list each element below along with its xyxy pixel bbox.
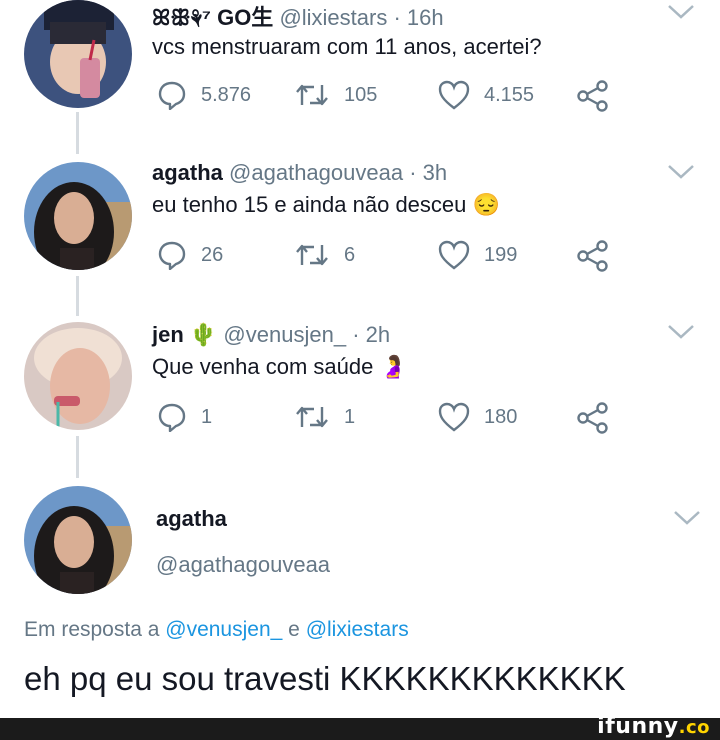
retweet-button[interactable]: 6 bbox=[294, 240, 355, 270]
heart-icon bbox=[438, 240, 470, 270]
share-icon bbox=[577, 240, 608, 272]
tweet-actions: 26 6 199 bbox=[152, 240, 622, 280]
heart-icon bbox=[438, 402, 470, 432]
retweet-count: 1 bbox=[344, 405, 356, 428]
reply-button[interactable]: 26 bbox=[157, 240, 223, 270]
avatar[interactable] bbox=[24, 322, 132, 430]
display-name[interactable]: agatha bbox=[156, 506, 227, 532]
like-count: 180 bbox=[484, 405, 518, 428]
avatar[interactable] bbox=[24, 0, 132, 108]
heart-icon bbox=[438, 80, 470, 110]
reply-count: 1 bbox=[201, 405, 213, 428]
username[interactable]: @lixiestars bbox=[279, 5, 387, 30]
retweet-count: 6 bbox=[344, 243, 356, 266]
ifunny-logo: ifunny.co bbox=[597, 714, 710, 739]
tweet-text: vcs menstruaram com 11 anos, acertei? bbox=[152, 34, 542, 59]
reply-count: 5.876 bbox=[201, 83, 252, 106]
logo-suffix: .co bbox=[678, 717, 710, 738]
retweet-button[interactable]: 1 bbox=[294, 402, 355, 432]
thread-line bbox=[76, 436, 79, 478]
watermark-bar: ifunny.co bbox=[0, 714, 720, 740]
avatar[interactable] bbox=[24, 162, 132, 270]
username[interactable]: @agathagouveaa bbox=[229, 160, 403, 185]
chevron-down-icon[interactable] bbox=[672, 508, 702, 528]
retweet-button[interactable]: 105 bbox=[294, 80, 377, 110]
like-button[interactable]: 4.155 bbox=[438, 80, 534, 110]
like-button[interactable]: 199 bbox=[438, 240, 517, 270]
tweet-header: ꕤꕥ⚘⁷ GO生 @lixiestars · 16h bbox=[152, 0, 444, 32]
display-name[interactable]: jen 🌵 bbox=[152, 322, 217, 347]
display-name[interactable]: agatha bbox=[152, 160, 223, 185]
display-name[interactable]: ꕤꕥ⚘⁷ GO生 bbox=[152, 5, 273, 30]
like-count: 199 bbox=[484, 243, 518, 266]
username[interactable]: @agathagouveaa bbox=[156, 552, 330, 578]
share-icon bbox=[577, 402, 608, 434]
share-button[interactable] bbox=[577, 402, 609, 434]
reply-count: 26 bbox=[201, 243, 224, 266]
reply-prefix: Em resposta a bbox=[24, 618, 160, 641]
reply-button[interactable]: 1 bbox=[157, 402, 212, 432]
reply-context: Em resposta a @venusjen_ e @lixiestars bbox=[24, 618, 409, 642]
like-button[interactable]: 180 bbox=[438, 402, 517, 432]
retweet-count: 105 bbox=[344, 83, 378, 106]
reply-user-link[interactable]: @venusjen_ bbox=[165, 618, 282, 641]
retweet-icon bbox=[296, 244, 328, 266]
tweet-actions: 1 1 180 bbox=[152, 402, 622, 442]
tweet-text: Que venha com saúde 🤰 bbox=[152, 354, 407, 379]
tweet-actions: 5.876 105 4.155 bbox=[152, 80, 622, 120]
reply-icon bbox=[158, 241, 186, 270]
share-button[interactable] bbox=[577, 240, 609, 272]
tweet-header: jen 🌵 @venusjen_ · 2h bbox=[152, 322, 390, 348]
retweet-icon bbox=[296, 84, 328, 106]
retweet-icon bbox=[296, 406, 328, 428]
share-icon bbox=[577, 80, 608, 112]
share-button[interactable] bbox=[577, 80, 609, 112]
timestamp[interactable]: · 2h bbox=[352, 322, 390, 347]
thread-line bbox=[76, 112, 79, 154]
chevron-down-icon[interactable] bbox=[666, 162, 696, 182]
tweet-text: eh pq eu sou travesti KKKKKKKKKKKKK bbox=[24, 660, 626, 697]
like-count: 4.155 bbox=[484, 83, 535, 106]
thread-line bbox=[76, 276, 79, 316]
reply-button[interactable]: 5.876 bbox=[157, 80, 251, 110]
chevron-down-icon[interactable] bbox=[666, 2, 696, 22]
tweet-text: eu tenho 15 e ainda não desceu 😔 bbox=[152, 192, 500, 217]
reply-user-link[interactable]: @lixiestars bbox=[306, 618, 409, 641]
timestamp[interactable]: · 3h bbox=[409, 160, 447, 185]
reply-icon bbox=[158, 403, 186, 432]
tweet-header: agatha @agathagouveaa · 3h bbox=[152, 160, 447, 186]
reply-conjunction: e bbox=[288, 618, 300, 641]
avatar[interactable] bbox=[24, 486, 132, 594]
chevron-down-icon[interactable] bbox=[666, 322, 696, 342]
username[interactable]: @venusjen_ bbox=[223, 322, 346, 347]
reply-icon bbox=[158, 81, 186, 110]
timestamp[interactable]: · 16h bbox=[393, 5, 443, 30]
logo-text: ifunny bbox=[597, 714, 679, 739]
